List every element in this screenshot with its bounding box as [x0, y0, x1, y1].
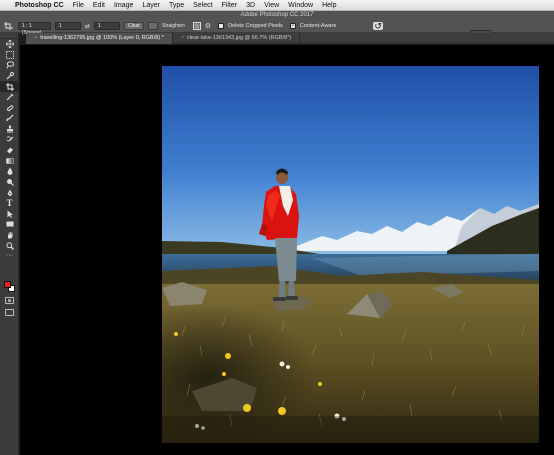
more-tools-icon[interactable]: ···: [0, 251, 19, 262]
eraser-tool-icon[interactable]: [0, 145, 19, 156]
healing-tool-icon[interactable]: [0, 103, 19, 114]
type-tool-icon[interactable]: T: [0, 198, 19, 209]
straighten-label[interactable]: Straighten: [162, 23, 185, 29]
menu-help[interactable]: Help: [322, 2, 336, 9]
menu-image[interactable]: Image: [114, 2, 133, 9]
document-canvas[interactable]: [20, 45, 554, 455]
menu-type[interactable]: Type: [169, 2, 184, 9]
gradient-tool-icon[interactable]: [0, 156, 19, 167]
screen-mode-icon[interactable]: [5, 309, 14, 316]
tab-close-icon[interactable]: ×: [181, 35, 184, 41]
menu-filter[interactable]: Filter: [222, 2, 238, 9]
window-title: Adobe Photoshop CC 2017: [240, 12, 314, 18]
photo-illustration: [162, 66, 539, 443]
menu-bar: Photoshop CC File Edit Image Layer Type …: [0, 0, 554, 11]
swap-dimensions-icon[interactable]: ⇄: [85, 23, 90, 30]
delete-cropped-checkbox[interactable]: [218, 23, 225, 29]
clear-button[interactable]: Clear: [124, 22, 144, 30]
vignette-bottom: [162, 416, 539, 443]
history-brush-tool-icon[interactable]: [0, 134, 19, 145]
menu-view[interactable]: View: [264, 2, 279, 9]
lasso-tool-icon[interactable]: [0, 60, 19, 71]
content-aware-checkbox[interactable]: [289, 22, 296, 29]
tab-close-icon[interactable]: ×: [34, 35, 37, 41]
crop-preset-icon[interactable]: [4, 22, 14, 30]
marquee-tool-icon[interactable]: [0, 50, 19, 61]
crop-tool-icon[interactable]: [0, 81, 19, 92]
crop-height-field[interactable]: 1: [94, 22, 121, 30]
straighten-icon[interactable]: [147, 22, 158, 30]
ratio-select[interactable]: 1 : 1 (Square): [18, 22, 51, 36]
delete-cropped-label: Delete Cropped Pixels: [228, 23, 283, 29]
tab-travelling[interactable]: × travelling-1362795.jpg @ 100% (Layer 0,…: [26, 33, 173, 44]
tab-clear-lake[interactable]: × clear-lake-1361343.jpg @ 66.7% (RGB/8*): [173, 33, 301, 44]
tools-panel: T ···: [0, 33, 19, 455]
reset-crop-icon[interactable]: ↺: [373, 22, 383, 31]
dodge-tool-icon[interactable]: [0, 177, 19, 188]
foreground-color-swatch[interactable]: [4, 281, 11, 288]
blur-tool-icon[interactable]: [0, 166, 19, 177]
crop-width-field[interactable]: 1: [55, 22, 81, 30]
move-tool-icon[interactable]: [0, 39, 19, 50]
document-tabs: × travelling-1362795.jpg @ 100% (Layer 0,…: [26, 33, 554, 44]
pen-tool-icon[interactable]: [0, 187, 19, 198]
menu-select[interactable]: Select: [193, 2, 212, 9]
menu-edit[interactable]: Edit: [93, 2, 105, 9]
path-select-tool-icon[interactable]: [0, 209, 19, 220]
crop-settings-gear-icon[interactable]: ⚙: [205, 22, 211, 30]
quick-select-tool-icon[interactable]: [0, 71, 19, 82]
content-aware-label: Content-Aware: [299, 23, 337, 29]
menu-layer[interactable]: Layer: [142, 2, 160, 9]
ellipsis-glyph: ···: [6, 252, 13, 260]
hand-tool-icon[interactable]: [0, 230, 19, 241]
menu-3d[interactable]: 3D: [246, 2, 255, 9]
tab-label: clear-lake-1361343.jpg @ 66.7% (RGB/8*): [187, 35, 292, 41]
clone-stamp-tool-icon[interactable]: [0, 124, 19, 135]
eyedropper-tool-icon[interactable]: [0, 92, 19, 103]
rectangle-tool-icon[interactable]: [0, 219, 19, 230]
menu-app-name[interactable]: Photoshop CC: [15, 2, 64, 9]
menu-window[interactable]: Window: [288, 2, 313, 9]
tab-label: travelling-1362795.jpg @ 100% (Layer 0, …: [40, 35, 164, 41]
overlay-grid-icon[interactable]: [192, 22, 201, 30]
brush-tool-icon[interactable]: [0, 113, 19, 124]
quick-mask-icon[interactable]: [5, 297, 14, 304]
quick-mask-circle: [8, 299, 11, 302]
type-glyph: T: [6, 198, 13, 209]
zoom-tool-icon[interactable]: [0, 240, 19, 251]
menu-file[interactable]: File: [73, 2, 84, 9]
photo-image[interactable]: [162, 66, 539, 443]
